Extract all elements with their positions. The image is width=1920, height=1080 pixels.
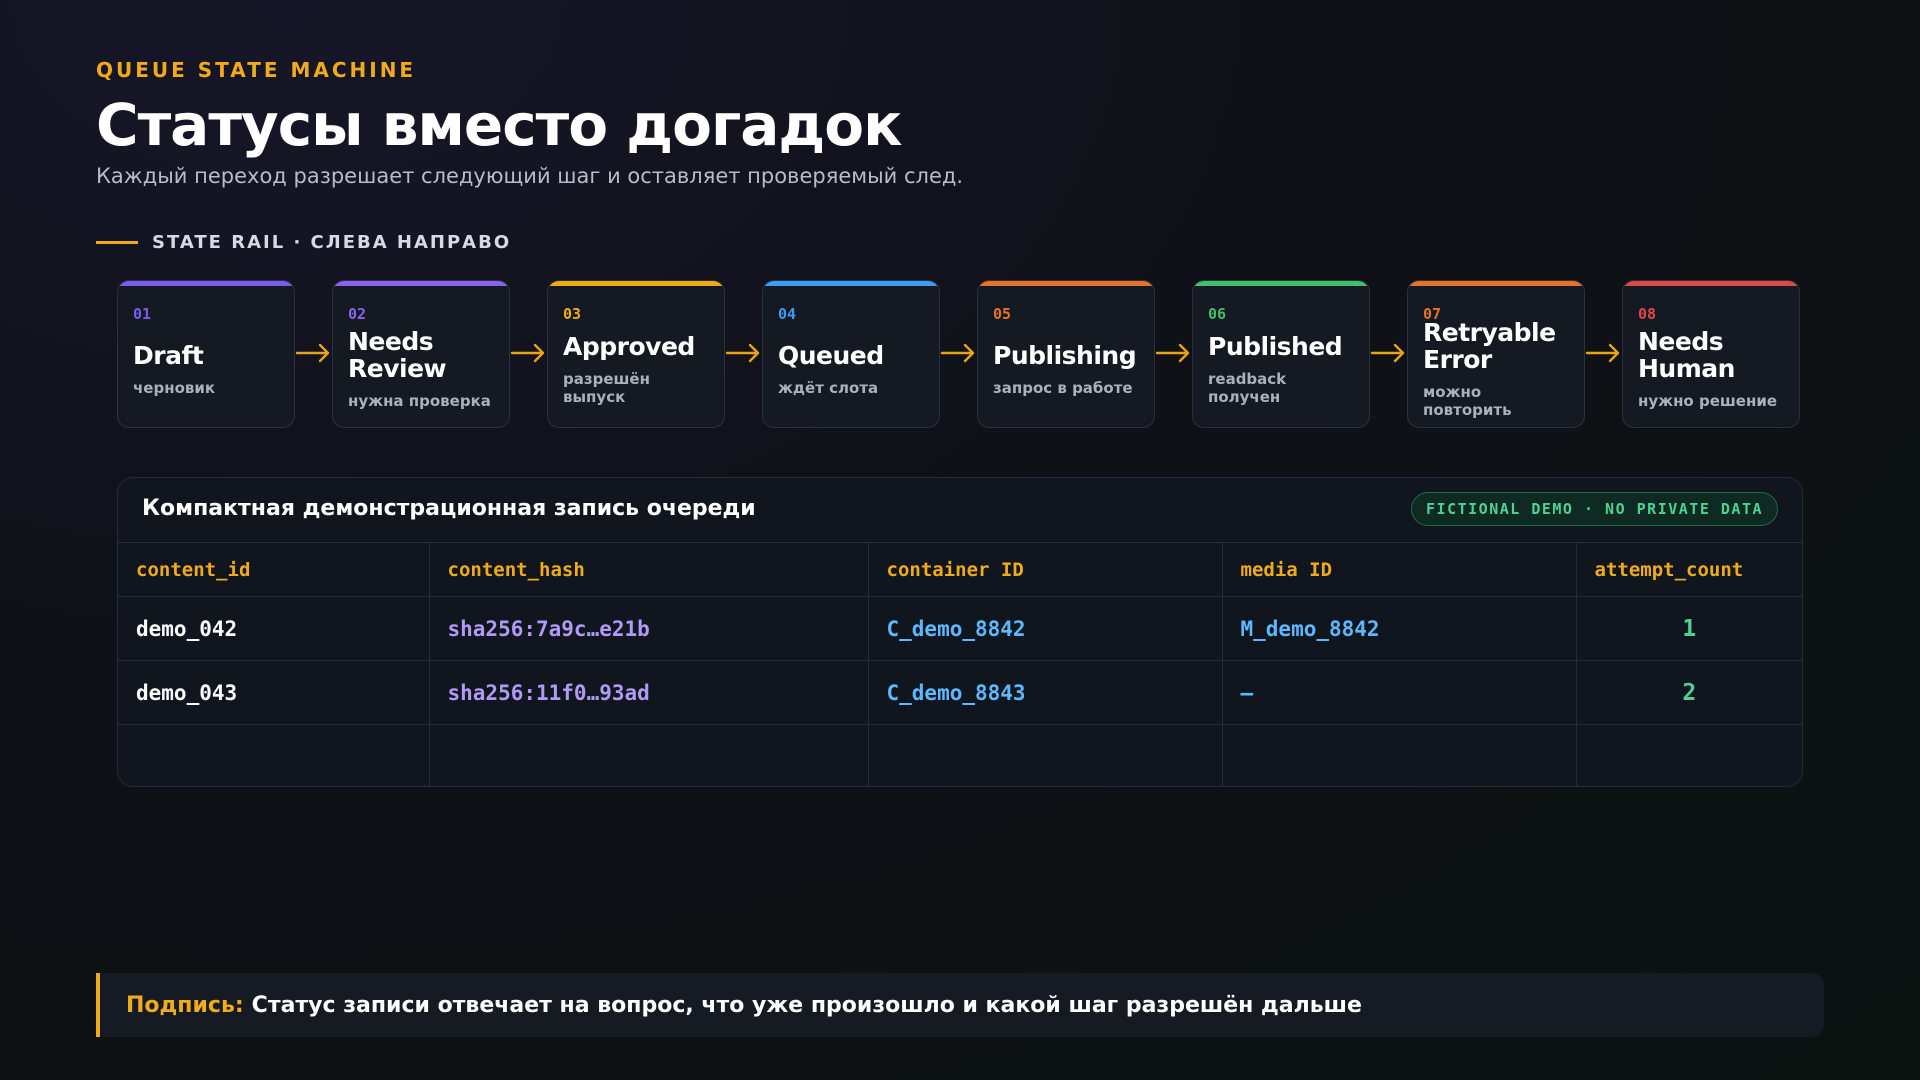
state-body: Approved разрешён выпуск: [563, 327, 712, 411]
transition-arrow-icon: [1155, 343, 1190, 363]
empty-cell: [1222, 724, 1577, 786]
state-accent-bar: [118, 281, 294, 286]
state-card-draft: 01 Draft черновик: [117, 280, 295, 428]
state-name: Published: [1208, 331, 1343, 361]
empty-cell: [429, 724, 869, 786]
fictional-demo-badge: FICTIONAL DEMO · NO PRIVATE DATA: [1411, 492, 1778, 526]
column-header-attempt-count: attempt_count: [1576, 543, 1802, 597]
page-title: Статусы вместо догадок: [96, 91, 902, 159]
state-name: Needs Review: [348, 327, 447, 383]
state-body: Draft черновик: [133, 327, 282, 411]
state-name: Queued: [778, 340, 884, 370]
queue-record-panel: Компактная демонстрационная запись очере…: [117, 477, 1803, 787]
state-body: Retryable Error можно повторить: [1423, 319, 1572, 419]
state-name: Publishing: [993, 340, 1137, 370]
state-card-approved: 03 Approved разрешён выпуск: [547, 280, 725, 428]
empty-cell: [868, 724, 1223, 786]
state-card-needs-review: 02 Needs Review нужна проверка: [332, 280, 510, 428]
state-accent-bar: [763, 281, 939, 286]
cell-content-id: demo_042: [118, 596, 430, 661]
column-header-container-id: container ID: [868, 543, 1223, 597]
transition-arrow-icon: [1585, 343, 1620, 363]
table-empty-row: [118, 724, 1802, 787]
transition-arrow-icon: [295, 343, 330, 363]
cell-attempt-count: 2: [1576, 660, 1802, 725]
queue-table: content_id content_hash container ID med…: [118, 543, 1802, 787]
state-description: ждёт слота: [778, 378, 879, 397]
rail-label-dash: [96, 240, 138, 244]
state-rail: 01 Draft черновик 02 Needs Review нужна прове…: [117, 280, 1803, 430]
cell-container-id: C_demo_8842: [868, 596, 1223, 661]
state-description: разрешён выпуск: [563, 369, 650, 406]
state-body: Published readback получен: [1208, 327, 1357, 411]
state-accent-bar: [978, 281, 1154, 286]
state-card-published: 06 Published readback получен: [1192, 280, 1370, 428]
state-name: Draft: [133, 340, 204, 370]
state-number: 01: [133, 305, 152, 323]
state-description: readback получен: [1208, 369, 1287, 406]
caption-text: Статус записи отвечает на вопрос, что уж…: [251, 992, 1362, 1018]
state-description: нужно решение: [1638, 392, 1778, 410]
state-accent-bar: [1623, 281, 1799, 286]
state-accent-bar: [333, 281, 509, 286]
state-number: 03: [563, 305, 582, 323]
caption-bar: Подпись: Статус записи отвечает на вопро…: [96, 973, 1824, 1037]
state-description: черновик: [133, 378, 216, 397]
table-row: demo_043 sha256:11f0…93ad C_demo_8843 — …: [118, 660, 1802, 725]
state-number: 05: [993, 305, 1012, 323]
column-header-media-id: media ID: [1222, 543, 1577, 597]
cell-media-id: M_demo_8842: [1222, 596, 1577, 661]
state-card-publishing: 05 Publishing запрос в работе: [977, 280, 1155, 428]
state-body: Publishing запрос в работе: [993, 327, 1142, 411]
state-description: запрос в работе: [993, 378, 1133, 397]
state-body: Queued ждёт слота: [778, 327, 927, 411]
cell-content-hash: sha256:7a9c…e21b: [429, 596, 869, 661]
table-header-row: content_id content_hash container ID med…: [118, 543, 1802, 597]
eyebrow-label: QUEUE STATE MACHINE: [96, 58, 417, 82]
state-number: 04: [778, 305, 797, 323]
cell-content-hash: sha256:11f0…93ad: [429, 660, 869, 725]
state-number: 06: [1208, 305, 1227, 323]
state-description: нужна проверка: [348, 392, 491, 410]
cell-container-id: C_demo_8843: [868, 660, 1223, 725]
page-subtitle: Каждый переход разрешает следующий шаг и…: [96, 164, 964, 188]
state-card-needs-human: 08 Needs Human нужно решение: [1622, 280, 1800, 428]
transition-arrow-icon: [725, 343, 760, 363]
state-card-queued: 04 Queued ждёт слота: [762, 280, 940, 428]
state-description: можно повторить: [1423, 383, 1512, 419]
transition-arrow-icon: [510, 343, 545, 363]
column-header-content-hash: content_hash: [429, 543, 869, 597]
cell-attempt-count: 1: [1576, 596, 1802, 661]
empty-cell: [1576, 725, 1802, 787]
state-accent-bar: [1193, 281, 1369, 286]
cell-media-id: —: [1222, 660, 1577, 725]
transition-arrow-icon: [1370, 343, 1405, 363]
state-number: 02: [348, 305, 367, 323]
state-number: 08: [1638, 305, 1657, 323]
state-body: Needs Human нужно решение: [1638, 327, 1787, 411]
state-name: Retryable Error: [1423, 318, 1556, 374]
table-row: demo_042 sha256:7a9c…e21b C_demo_8842 M_…: [118, 596, 1802, 661]
state-accent-bar: [1408, 281, 1584, 286]
transition-arrow-icon: [940, 343, 975, 363]
empty-cell: [118, 724, 430, 786]
state-card-retryable-error: 07 Retryable Error можно повторить: [1407, 280, 1585, 428]
panel-header: Компактная демонстрационная запись очере…: [118, 478, 1802, 543]
rail-label-text: STATE RAIL · СЛЕВА НАПРАВО: [152, 231, 512, 253]
page: QUEUE STATE MACHINE Статусы вместо догад…: [0, 0, 1920, 1080]
column-header-content-id: content_id: [118, 543, 430, 597]
rail-label: STATE RAIL · СЛЕВА НАПРАВО: [96, 230, 511, 254]
state-name: Approved: [563, 331, 695, 361]
state-accent-bar: [548, 281, 724, 286]
state-body: Needs Review нужна проверка: [348, 327, 497, 411]
cell-content-id: demo_043: [118, 660, 430, 725]
state-name: Needs Human: [1638, 327, 1735, 383]
caption-label: Подпись:: [126, 992, 244, 1018]
panel-title: Компактная демонстрационная запись очере…: [142, 496, 756, 521]
